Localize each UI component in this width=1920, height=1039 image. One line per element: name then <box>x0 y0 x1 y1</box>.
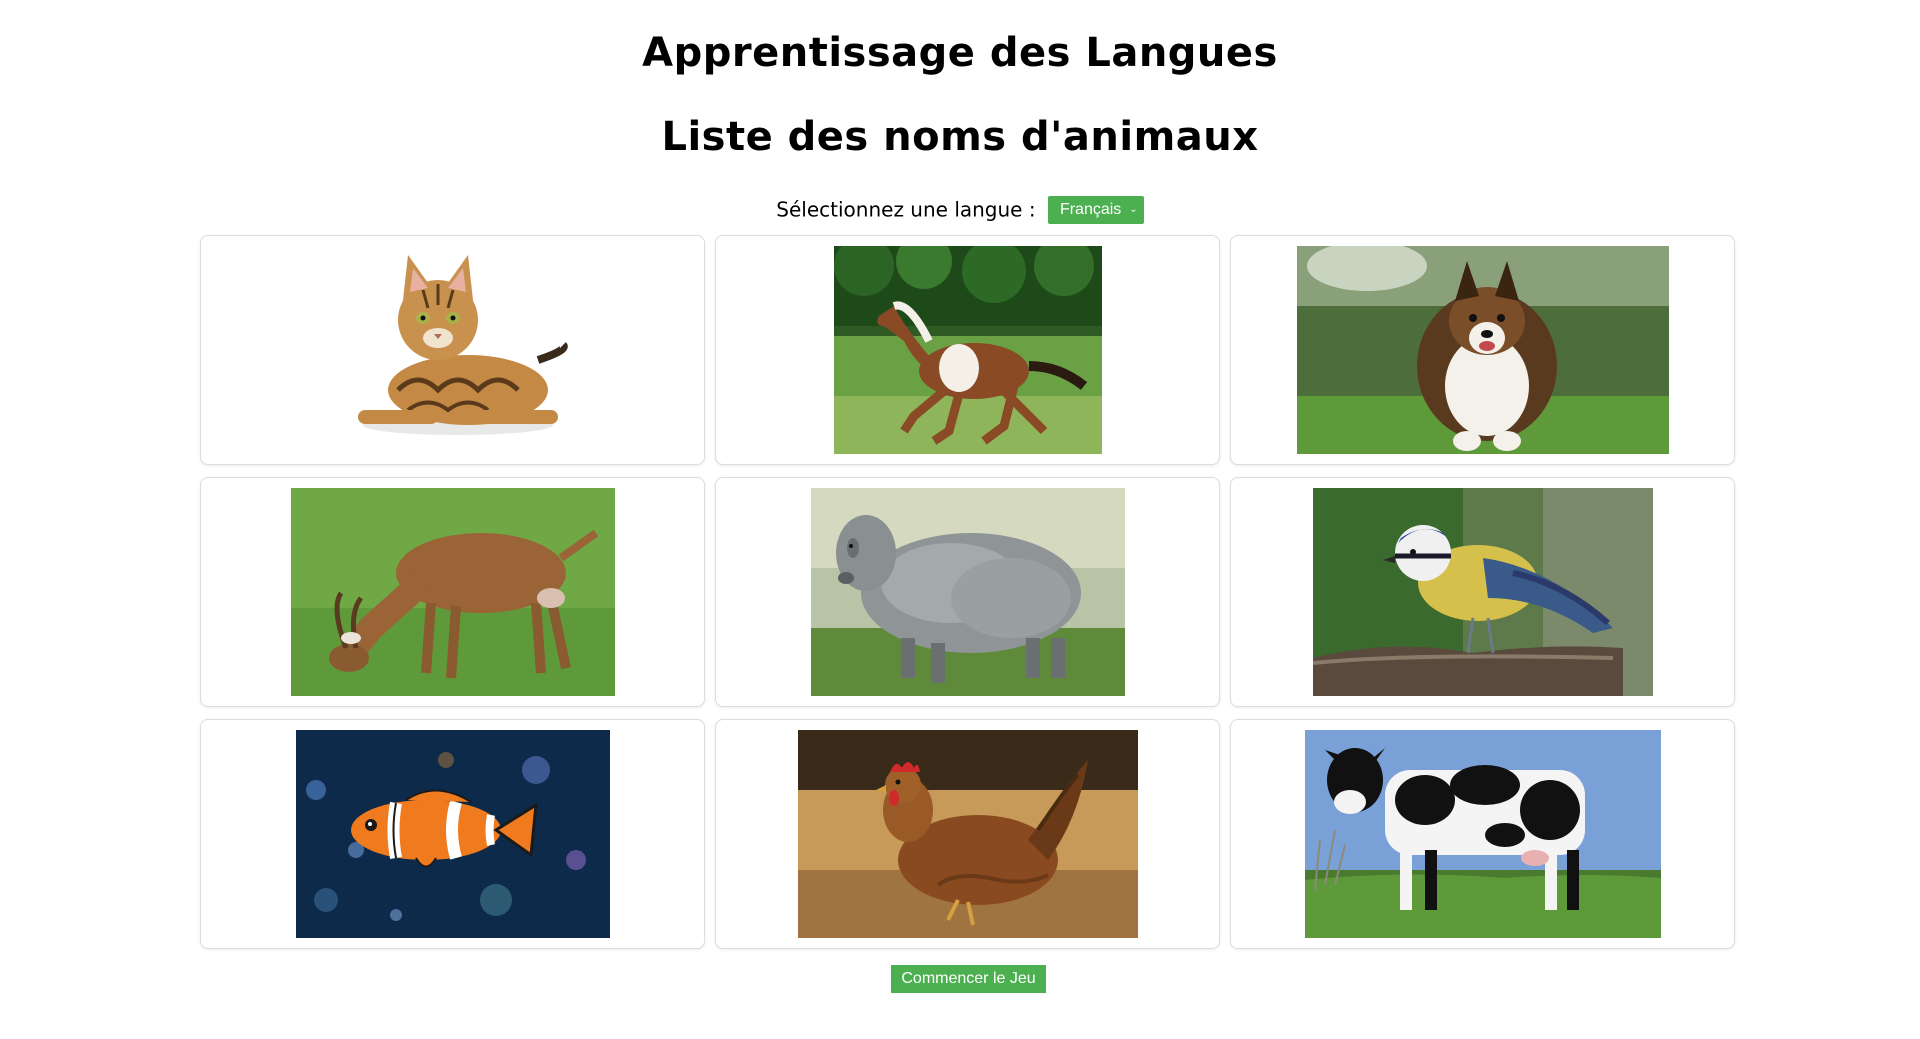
cat-image <box>327 250 578 450</box>
animal-card-goat[interactable] <box>200 477 705 707</box>
animal-card-cow[interactable] <box>1230 719 1735 949</box>
language-select[interactable]: Français ⌄ <box>1047 195 1144 224</box>
cow-image <box>1304 730 1661 938</box>
animal-card-sheep[interactable] <box>715 477 1220 707</box>
page-title: Apprentissage des Langues <box>642 30 1278 76</box>
animal-card-chicken[interactable] <box>715 719 1220 949</box>
horse-image <box>833 246 1102 454</box>
bird-image <box>1312 488 1653 696</box>
sheep-image <box>810 488 1125 696</box>
animal-card-horse[interactable] <box>715 235 1220 465</box>
animal-card-bird[interactable] <box>1230 477 1735 707</box>
start-game-button[interactable]: Commencer le Jeu <box>891 965 1046 993</box>
dog-image <box>1296 246 1669 454</box>
goat-image <box>290 488 615 696</box>
fish-image <box>295 730 610 938</box>
language-label: Sélectionnez une langue : <box>776 197 1036 222</box>
animal-card-dog[interactable] <box>1230 235 1735 465</box>
chevron-down-icon: ⌄ <box>1129 203 1138 215</box>
page-subtitle: Liste des noms d'animaux <box>661 114 1259 160</box>
animal-card-cat[interactable] <box>200 235 705 465</box>
chicken-image <box>797 730 1138 938</box>
language-select-value: Français <box>1059 200 1122 218</box>
animal-grid <box>200 235 1736 949</box>
language-selector-row: Sélectionnez une langue : Français ⌄ <box>0 193 1920 225</box>
animal-card-fish[interactable] <box>200 719 705 949</box>
